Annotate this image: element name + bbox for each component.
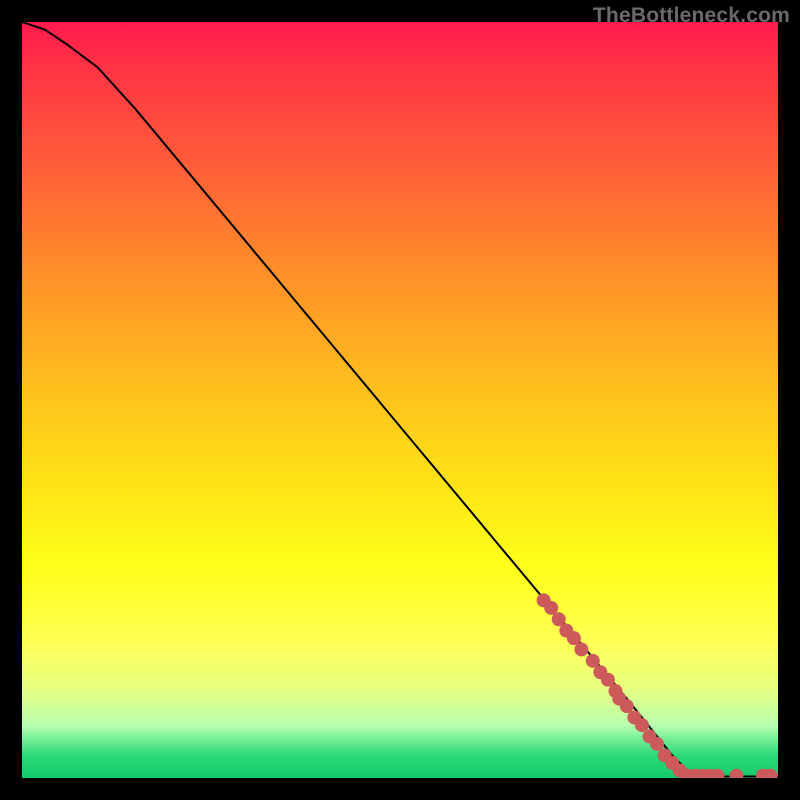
chart-container: TheBottleneck.com — [0, 0, 800, 800]
marker-dot — [729, 769, 743, 778]
marker-dot — [574, 642, 588, 656]
chart-overlay — [22, 22, 778, 778]
plot-area — [22, 22, 778, 778]
marker-group — [537, 593, 778, 778]
curve-line — [22, 22, 778, 776]
